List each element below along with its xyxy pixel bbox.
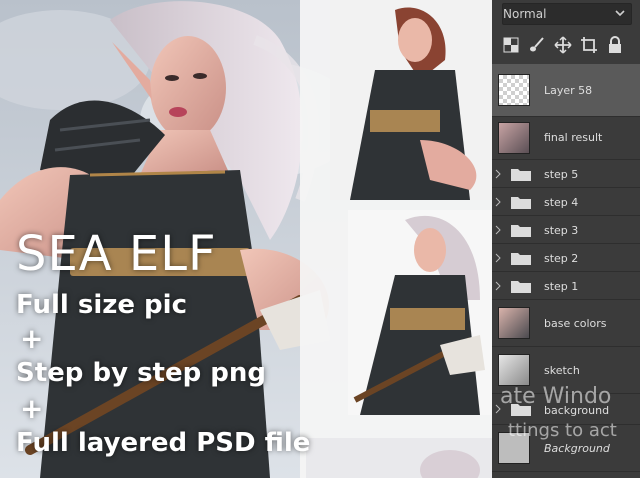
folder-icon [511,169,531,181]
layer-name: step 3 [544,224,579,237]
chevron-right-icon[interactable] [494,253,502,263]
step-preview-image [348,210,493,415]
checker-icon[interactable] [502,36,520,54]
folder-icon [511,281,531,293]
activation-watermark: ttings to act [508,420,617,441]
lock-icon[interactable] [606,36,624,54]
layer-group-step-1[interactable]: step 1 [492,272,640,300]
blend-mode-select[interactable]: Normal [502,3,632,25]
layer-name: sketch [544,364,580,377]
step-preview-image [306,438,492,478]
layer-group-step-4[interactable]: step 4 [492,188,640,216]
folder-icon [511,253,531,265]
crop-icon[interactable] [580,36,598,54]
layer-name: step 2 [544,252,579,265]
layer-row-final-result[interactable]: final result [492,117,640,160]
layer-name: step 5 [544,168,579,181]
move-icon[interactable] [554,36,572,54]
layer-group-step-2[interactable]: step 2 [492,244,640,272]
promo-plus: + [20,392,44,425]
layer-row-base-colors[interactable]: base colors [492,300,640,347]
chevron-right-icon[interactable] [494,197,502,207]
step-preview-image [330,0,492,200]
layer-group-step-3[interactable]: step 3 [492,216,640,244]
layer-name: base colors [544,317,607,330]
layer-name: step 4 [544,196,579,209]
layer-name: step 1 [544,280,579,293]
layer-name: Layer 58 [544,84,593,97]
brush-icon[interactable] [528,36,546,54]
promo-line-psd: Full layered PSD file [16,428,311,458]
promo-plus: + [20,322,44,355]
folder-icon [511,197,531,209]
folder-icon [511,225,531,237]
promo-title: SEA ELF [16,226,217,282]
layer-thumbnail [498,354,530,386]
layer-thumbnail [498,122,530,154]
layer-thumbnail [498,74,530,106]
activation-watermark: ate Windo [500,384,612,409]
chevron-right-icon[interactable] [494,225,502,235]
blend-mode-value: Normal [503,7,547,21]
chevron-right-icon[interactable] [494,281,502,291]
promo-line-full-size: Full size pic [16,290,187,320]
layer-name: Background [544,442,610,455]
chevron-down-icon [615,10,625,17]
layer-lock-toolbar [492,30,640,60]
layer-name: final result [544,131,603,144]
layer-thumbnail [498,307,530,339]
chevron-right-icon[interactable] [494,169,502,179]
layer-row-layer-58[interactable]: Layer 58 [492,64,640,117]
layer-group-step-5[interactable]: step 5 [492,160,640,188]
promo-line-step-by-step: Step by step png [16,358,266,388]
